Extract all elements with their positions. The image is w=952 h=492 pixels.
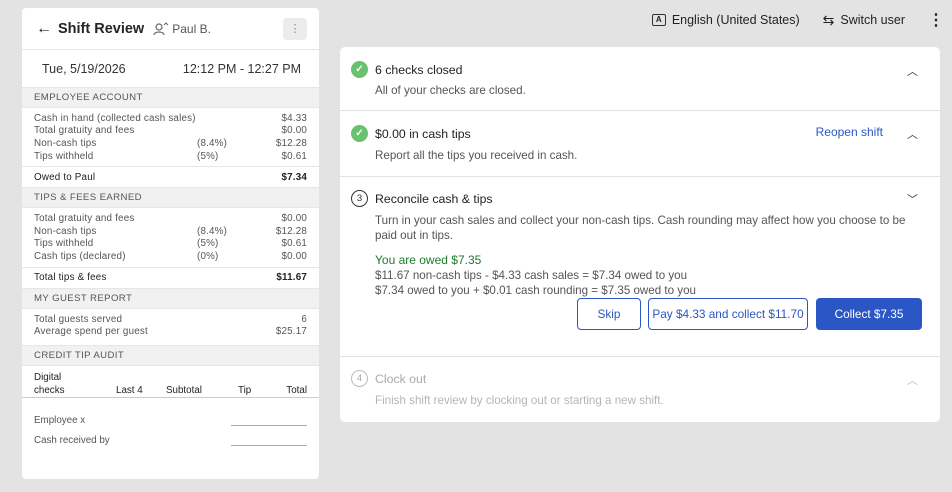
reopen-shift-link[interactable]: Reopen shift xyxy=(816,125,883,139)
step-description: All of your checks are closed. xyxy=(375,84,526,97)
receipt-row: Tips withheld (5%) $0.61 xyxy=(34,150,307,162)
signature-row-employee: Employee x xyxy=(22,406,319,426)
audit-col-header: Last 4 xyxy=(116,384,143,396)
step-description: Report all the tips you received in cash… xyxy=(375,149,578,162)
receipt-row: Tips withheld (5%) $0.61 xyxy=(34,238,307,250)
receipt-row: Non-cash tips (8.4%) $12.28 xyxy=(34,225,307,237)
skip-button[interactable]: Skip xyxy=(577,298,641,330)
calc-line: $11.67 non-cash tips - $4.33 cash sales … xyxy=(375,269,688,282)
step-description: Turn in your cash sales and collect your… xyxy=(375,214,906,242)
shift-date: Tue, 5/19/2026 xyxy=(42,61,126,76)
receipt-row: Non-cash tips (8.4%) $12.28 xyxy=(34,137,307,149)
step-number-badge: 4 xyxy=(351,370,368,387)
signature-line xyxy=(231,438,307,446)
chevron-up-icon[interactable]: ︿ xyxy=(907,126,918,142)
swap-arrows-icon: ⇆ xyxy=(822,11,835,28)
receipt-row: Cash in hand (collected cash sales) $4.33 xyxy=(34,112,307,124)
top-bar: A English (United States) ⇆ Switch user … xyxy=(651,10,944,30)
step-clock-out: 4 Clock out Finish shift review by clock… xyxy=(340,357,940,422)
owed-total-row: Owed to Paul $7.34 xyxy=(22,166,319,187)
owed-amount-title: You are owed $7.35 xyxy=(375,253,482,267)
step-reconcile: 3 Reconcile cash & tips Turn in your cas… xyxy=(340,177,940,357)
collect-button[interactable]: Collect $7.35 xyxy=(816,298,922,330)
calc-line: $7.34 owed to you + $0.01 cash rounding … xyxy=(375,283,697,297)
receipt-row: Total guests served 6 xyxy=(34,313,307,325)
audit-col-header: Subtotal xyxy=(166,384,202,396)
pay-and-collect-button[interactable]: Pay $4.33 and collect $11.70 xyxy=(648,298,808,330)
step-cash-tips: ✓ $0.00 in cash tips Report all the tips… xyxy=(340,111,940,177)
check-circle-icon: ✓ xyxy=(351,125,368,142)
shift-time-range: 12:12 PM - 12:27 PM xyxy=(182,61,301,76)
step-header[interactable]: 4 Clock out xyxy=(340,357,940,387)
language-selector[interactable]: A English (United States) xyxy=(651,13,800,27)
employee-account-rows: Cash in hand (collected cash sales) $4.33… xyxy=(22,108,319,166)
audit-col-header: Tip xyxy=(238,384,252,396)
user-name: Paul B. xyxy=(172,21,211,36)
more-options-icon[interactable]: ⋮ xyxy=(928,10,944,30)
chevron-up-icon[interactable]: ︿ xyxy=(907,63,918,79)
section-header-employee-account: EMPLOYEE ACCOUNT xyxy=(22,87,319,108)
section-header-tips-fees: TIPS & FEES EARNED xyxy=(22,187,319,209)
shift-date-bar: Tue, 5/19/2026 12:12 PM - 12:27 PM xyxy=(22,50,319,87)
receipt-menu-button[interactable]: ⋮ xyxy=(283,17,307,40)
chevron-down-icon[interactable]: ﹀ xyxy=(907,191,918,207)
audit-label: Digital xyxy=(34,371,62,383)
section-header-guest-report: MY GUEST REPORT xyxy=(22,287,319,309)
step-number-badge: 3 xyxy=(351,190,368,207)
step-checks-closed: ✓ 6 checks closed All of your checks are… xyxy=(340,47,940,111)
shift-steps-card: ✓ 6 checks closed All of your checks are… xyxy=(340,47,940,422)
receipt-row: Total gratuity and fees $0.00 xyxy=(34,213,307,225)
signature-row-cash: Cash received by xyxy=(22,426,319,446)
guest-report-rows: Total guests served 6 Average spend per g… xyxy=(22,309,319,342)
back-arrow-icon[interactable]: ← xyxy=(36,20,54,38)
check-circle-icon: ✓ xyxy=(351,61,368,78)
section-header-credit-audit: CREDIT TIP AUDIT xyxy=(22,344,319,366)
step-description: Finish shift review by clocking out or s… xyxy=(375,394,664,407)
switch-user-button[interactable]: ⇆ Switch user xyxy=(823,12,905,29)
audit-columns: checks Last 4 Subtotal Tip Total xyxy=(22,383,319,398)
audit-col-header: Total xyxy=(286,384,307,396)
tips-fees-rows: Total gratuity and fees $0.00 Non-cash ti… xyxy=(22,208,319,266)
step-header[interactable]: ✓ 6 checks closed xyxy=(340,47,940,78)
translate-icon: A xyxy=(651,14,666,26)
audit-col-header: checks xyxy=(34,384,65,396)
receipt-row: Average spend per guest $25.17 xyxy=(34,326,307,338)
signature-line xyxy=(231,418,307,426)
tips-total-row: Total tips & fees $11.67 xyxy=(22,266,319,288)
receipt-row: Cash tips (declared) (0%) $0.00 xyxy=(34,250,307,262)
user-icon xyxy=(153,21,169,36)
receipt-header: ← Shift Review Paul B. ⋮ xyxy=(22,8,319,50)
page-title: Shift Review xyxy=(58,20,145,37)
receipt-row: Total gratuity and fees $0.00 xyxy=(34,125,307,137)
shift-review-panel: ← Shift Review Paul B. ⋮ Tue, 5/19/2026 … xyxy=(22,8,319,479)
step-header[interactable]: 3 Reconcile cash & tips xyxy=(340,177,940,207)
chevron-up-icon[interactable]: ︿ xyxy=(907,372,918,388)
